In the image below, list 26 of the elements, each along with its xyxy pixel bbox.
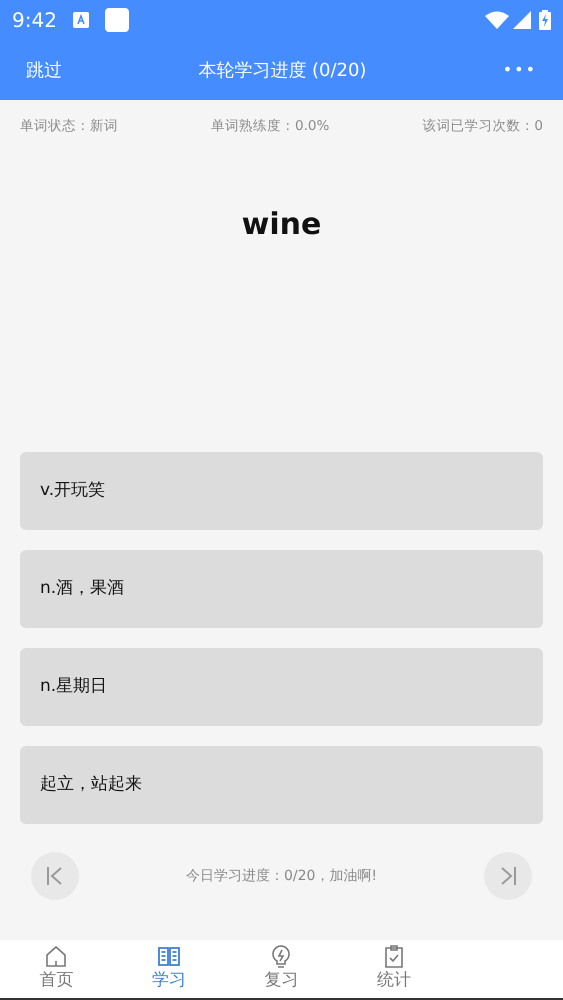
word-text: wine [242,207,322,242]
skip-link[interactable]: 跳过 [26,56,62,84]
home-icon [44,944,68,968]
info-text: 该词已学习次数：0 [422,116,543,136]
wifi-icon [485,11,509,29]
nav-tab[interactable]: 学习 [112,940,226,998]
answer-option[interactable]: n.星期日 [20,648,543,726]
notification-icon [104,8,129,32]
answer-option[interactable]: v.开玩笑 [20,452,543,530]
first-button[interactable] [31,852,79,900]
more-button[interactable]: ••• [502,58,537,82]
nav-tab[interactable]: 首页 [0,940,113,998]
answer-option[interactable]: n.酒，果酒 [20,550,543,628]
nav-tab[interactable]: 复习 [225,940,338,998]
status-time: 9:42 [12,7,57,34]
book-icon [156,944,181,968]
notification-icon [72,12,89,28]
progress-text: 今日学习进度：0/20，加油啊! [186,866,378,886]
nav-tab[interactable]: 统计 [338,940,450,998]
signal-icon [513,11,531,29]
last-button[interactable] [484,852,532,900]
info-text: 单词熟练度：0.0% [211,116,330,136]
header-title: 本轮学习进度 (0/20) [198,58,366,82]
answer-option[interactable]: 起立，站起来 [20,746,543,824]
battery-icon [539,10,551,30]
info-text: 单词状态：新词 [20,116,118,136]
